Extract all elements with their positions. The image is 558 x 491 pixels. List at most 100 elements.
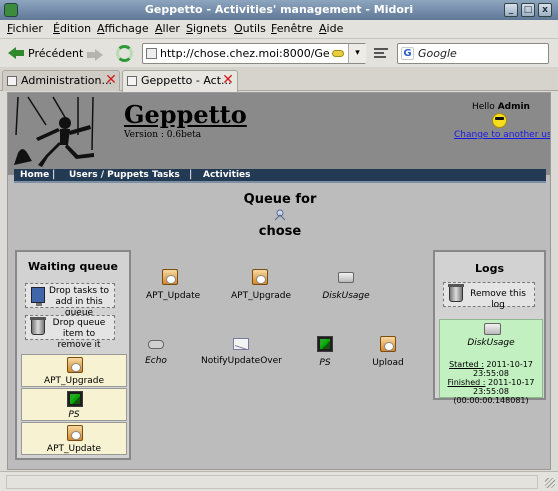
task-label: DiskUsage [322,291,370,301]
menu-aide[interactable]: Aide [319,22,343,35]
queue-host-name: chose [258,224,302,239]
logs-title: Logs [475,262,504,275]
status-text-field [6,475,538,489]
search-placeholder: Google [418,47,457,60]
geppetto-puppet-logo [14,96,94,167]
app-version: Version : 0.6beta [124,130,202,140]
tab-favicon-icon [7,76,17,86]
maximize-button[interactable]: □ [521,3,535,17]
nav-separator: | [52,169,56,180]
finished-label: Finished : [447,378,486,387]
queue-item-label: PS [68,410,80,420]
user-name: Admin [497,102,530,112]
google-icon[interactable]: G [401,47,414,60]
tab-favicon-icon [127,76,137,86]
task-disk-usage[interactable]: DiskUsage [321,269,371,301]
menu-mnemonic: A [319,22,327,35]
window-title: Geppetto - Activities' management - Mido… [144,3,414,16]
menu-affichage[interactable]: Affichage [97,22,149,35]
waiting-queue-title: Waiting queue [28,260,118,273]
menubar: Fichier Édition Affichage Aller Signets … [0,20,558,39]
url-history-dropdown[interactable]: ▾ [348,44,366,63]
task-upload[interactable]: Upload [368,336,408,368]
tab-close-icon[interactable]: ✕ [104,73,118,87]
task-label: Echo [145,356,167,366]
reload-icon[interactable] [116,45,133,62]
menu-aller[interactable]: Aller [155,22,180,35]
menu-outils[interactable]: Outils [234,22,266,35]
queue-item-label: APT_Update [46,444,102,454]
menu-edition[interactable]: Édition [53,22,91,35]
nav-home[interactable]: Home [20,170,49,180]
log-task-name: DiskUsage [467,338,515,348]
app-title[interactable]: Geppetto [124,100,247,129]
menu-label: dition [59,22,92,35]
minimize-button[interactable]: _ [504,3,518,17]
window-titlebar[interactable]: Geppetto - Activities' management - Mido… [0,0,558,20]
web-page: Geppetto Version : 0.6beta Hello Admin C… [7,92,551,470]
menu-mnemonic: S [186,22,193,35]
site-favicon-icon [146,48,157,59]
task-apt-upgrade[interactable]: APT_Upgrade [231,269,292,301]
process-monitor-icon [317,336,333,352]
tab-label: Geppetto - Act... [141,74,232,87]
nav-tasks[interactable]: Tasks [152,170,180,180]
nav-activities[interactable]: Activities [203,170,251,180]
greeting-prefix: Hello [472,102,498,112]
queue-item[interactable]: APT_Update [21,422,127,455]
tab-label: Administration... [21,74,112,87]
task-label: APT_Upgrade [231,291,292,301]
menu-label: ffichage [104,22,149,35]
search-field[interactable]: G Google [397,43,549,64]
logs-panel: Logs Remove this log DiskUsage Started :… [433,250,546,405]
resize-grip-icon[interactable] [545,478,555,488]
tab-geppetto[interactable]: Geppetto - Act... ✕ [122,70,238,92]
log-duration: (00:00:00.148081) [453,396,529,405]
menu-mnemonic: A [97,22,105,35]
queue-item[interactable]: PS [21,388,127,421]
change-user-link[interactable]: Change to another user [454,130,550,140]
remove-item-drop-zone[interactable]: Drop queue item to remove it [25,315,115,350]
menu-list-icon[interactable] [374,48,388,59]
sunglasses-smiley-icon [492,113,507,128]
menu-fenetre[interactable]: Fenêtre [271,22,313,35]
task-label: Upload [372,358,404,368]
tab-close-icon[interactable]: ✕ [221,73,235,87]
task-label: NotifyUpdateOver [201,356,282,366]
remove-log-drop-zone[interactable]: Remove this log [443,282,535,310]
task-apt-update[interactable]: APT_Update [146,269,200,301]
task-notify-update-over[interactable]: NotifyUpdateOver [201,336,282,366]
url-bar[interactable]: http://chose.chez.moi:8000/Geppe ▾ [142,43,366,64]
trash-icon [448,284,464,302]
package-box-icon [380,336,396,352]
menu-label: utils [242,22,266,35]
forward-arrow-icon[interactable] [87,49,103,61]
task-label: PS [319,358,331,368]
add-task-drop-zone[interactable]: Drop tasks to add in this queue [25,283,115,318]
computer-icon [31,287,45,306]
log-entry[interactable]: DiskUsage Started : 2011-10-17 23:55:08 … [439,319,543,405]
tab-administration[interactable]: Administration... ✕ [2,70,120,91]
queue-item[interactable]: APT_Upgrade [21,354,127,387]
url-input[interactable]: http://chose.chez.moi:8000/Geppe [160,47,330,60]
key-icon [332,50,344,57]
close-window-button[interactable]: x [538,3,552,17]
menu-label: enêtre [276,22,313,35]
main-nav: Home | Users / Puppets Tasks | Activitie… [14,169,546,183]
remove-log-hint: Remove this log [470,289,526,310]
task-echo[interactable]: Echo [136,336,176,366]
disk-icon [338,272,354,283]
menu-label: ichier [12,22,43,35]
menu-label: ide [326,22,344,35]
queue-for-label: Queue for [243,192,317,207]
package-box-icon [67,425,83,441]
task-ps[interactable]: PS [311,336,339,368]
queue-item-label: APT_Upgrade [43,376,105,386]
package-box-icon [252,269,268,285]
back-button[interactable]: Précédent [8,44,83,62]
menu-label: ignets [192,22,227,35]
menu-fichier[interactable]: Fichier [7,22,43,35]
menu-signets[interactable]: Signets [186,22,227,35]
status-bar [0,471,558,491]
nav-users-puppets[interactable]: Users / Puppets [69,170,149,180]
